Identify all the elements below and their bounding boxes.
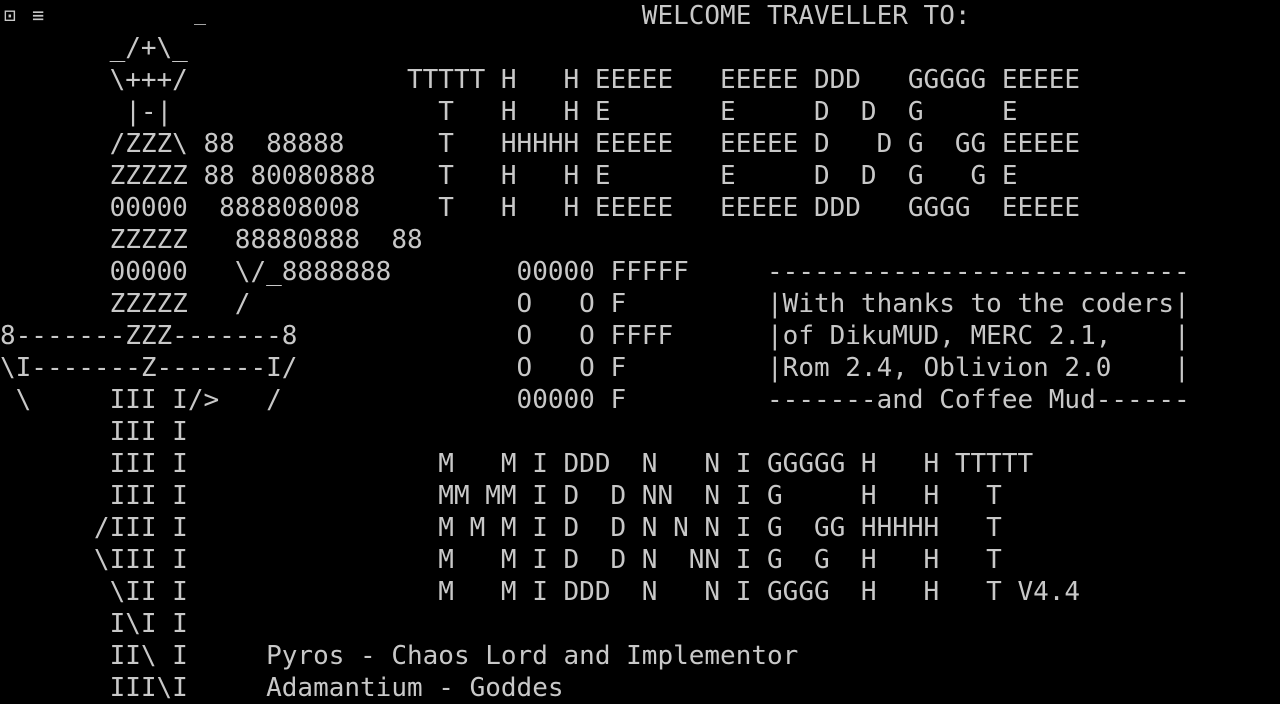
terminal-line: ZZZZZ / O O F |With thanks to the coders… <box>0 289 1190 319</box>
terminal-line-credit: II\ I Pyros - Chaos Lord and Implementor <box>0 641 799 671</box>
terminal-line-welcome: WELCOME TRAVELLER TO: <box>0 1 971 31</box>
terminal-line: \III I M M I D D N NN I G G H H T <box>0 545 1002 575</box>
terminal-screen: ⊡ ≡ _ WELCOME TRAVELLER TO: _/+\_ \+++/ … <box>0 0 1280 704</box>
terminal-line: III I M M I DDD N N I GGGGG H H TTTTT <box>0 449 1034 479</box>
terminal-line: III I MM MM I D D NN N I G H H T <box>0 481 1002 511</box>
terminal-line: /III I M M M I D D N N N I G GG HHHHH T <box>0 513 1002 543</box>
terminal-line: 8-------ZZZ-------8 O O FFFF |of DikuMUD… <box>0 321 1190 351</box>
terminal-line: _/+\_ <box>0 33 188 63</box>
terminal-line: 00000 \/_8888888 00000 FFFFF -----------… <box>0 257 1190 287</box>
terminal-line: ZZZZZ 88 80080888 T H H E E D D G G E <box>0 161 1018 191</box>
terminal-line: 00000 888808008 T H H EEEEE EEEEE DDD GG… <box>0 193 1081 223</box>
terminal-line: /ZZZ\ 88 88888 T HHHHH EEEEE EEEEE D D G… <box>0 129 1081 159</box>
terminal-line: |-| T H H E E D D G E <box>0 97 1018 127</box>
terminal-line-credit: III\I Adamantium - Goddes <box>0 673 564 703</box>
terminal-line: \I-------Z-------I/ O O F |Rom 2.4, Obli… <box>0 353 1190 383</box>
terminal-line: \II I M M I DDD N N I GGGG H H T V4.4 <box>0 577 1081 607</box>
terminal-line: \+++/ TTTTT H H EEEEE EEEEE DDD GGGGG EE… <box>0 65 1081 95</box>
terminal-line: \ III I/> / 00000 F -------and Coffee Mu… <box>0 385 1190 415</box>
terminal-line: ZZZZZ 88880888 88 <box>0 225 423 255</box>
terminal-line: III I <box>0 417 188 447</box>
terminal-line: I\I I <box>0 609 188 639</box>
